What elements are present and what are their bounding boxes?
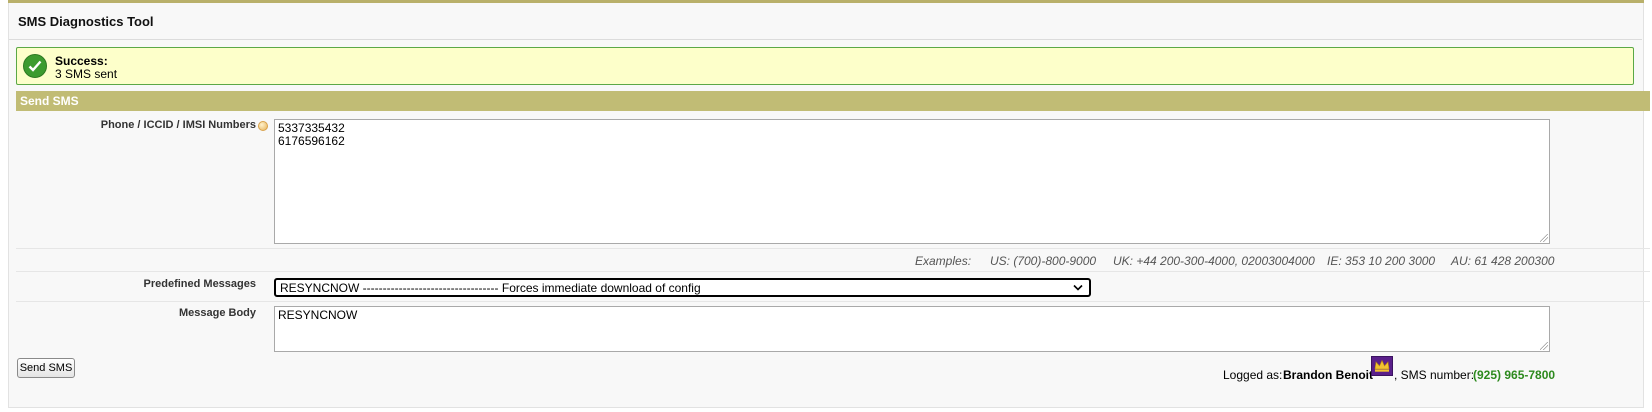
predefined-select[interactable]: RESYNCNOW ------------------------------…: [274, 278, 1091, 297]
predefined-label: Predefined Messages: [143, 278, 257, 290]
row-divider: [16, 301, 1650, 302]
body-label: Message Body: [178, 307, 256, 319]
title-divider: [9, 39, 1642, 40]
resize-grip-icon[interactable]: [1540, 342, 1548, 350]
crown-avatar-icon: [1371, 356, 1393, 376]
logged-prefix: Logged as:: [1223, 368, 1286, 382]
sms-number: (925) 965-7800: [1473, 368, 1556, 382]
example-au: AU: 61 428 200300: [1451, 254, 1555, 268]
example-uk: UK: +44 200-300-4000, 02003004000: [1113, 254, 1315, 268]
example-us: US: (700)-800-9000: [990, 254, 1097, 268]
check-circle-icon: [23, 54, 47, 78]
logged-user: Brandon Benoit: [1283, 368, 1373, 382]
section-header: Send SMS: [16, 91, 1650, 111]
chevron-down-icon: [1073, 279, 1083, 295]
numbers-label: Phone / ICCID / IMSI Numbers: [100, 119, 256, 131]
alert-title: Success:: [55, 54, 108, 68]
examples-label: Examples:: [915, 254, 972, 268]
example-ie: IE: 353 10 200 3000: [1327, 254, 1436, 268]
row-divider: [16, 248, 1650, 249]
page-title: SMS Diagnostics Tool: [18, 14, 154, 29]
help-icon[interactable]: [258, 121, 268, 131]
row-divider: [16, 271, 1650, 272]
numbers-textarea[interactable]: 5337335432 6176596162: [274, 119, 1550, 244]
section-title: Send SMS: [20, 94, 79, 108]
send-sms-button[interactable]: Send SMS: [17, 358, 75, 378]
predefined-selected-value: RESYNCNOW ------------------------------…: [280, 281, 701, 295]
message-body-textarea[interactable]: RESYNCNOW: [274, 306, 1550, 352]
alert-message: 3 SMS sent: [55, 67, 118, 81]
sms-prefix: , SMS number:: [1394, 368, 1478, 382]
success-alert: Success: 3 SMS sent: [16, 47, 1634, 85]
resize-grip-icon[interactable]: [1540, 234, 1548, 242]
